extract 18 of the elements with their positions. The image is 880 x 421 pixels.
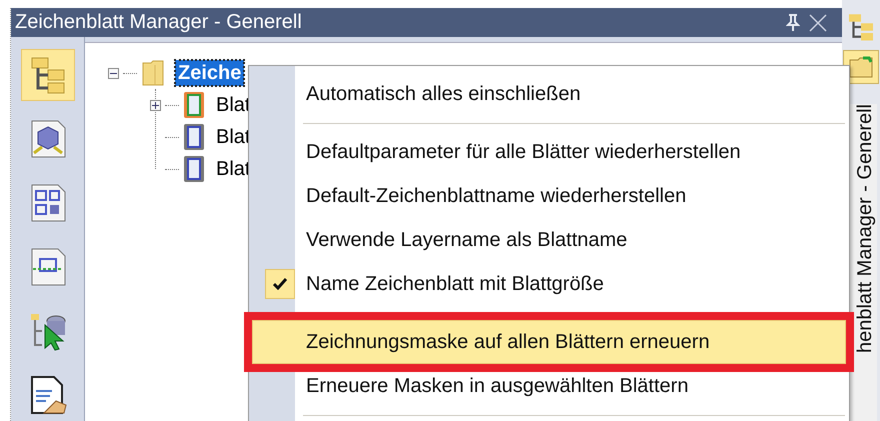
menu-item[interactable]: Default-Zeichenblattname wiederherstellen	[252, 174, 846, 218]
panel-title: Zeichenblatt Manager - Generell	[15, 11, 303, 34]
close-icon	[808, 12, 828, 32]
expand-toggle[interactable]	[150, 100, 161, 110]
check-icon	[272, 278, 286, 290]
folder-tree-icon-button[interactable]	[20, 49, 74, 101]
pin-button[interactable]	[786, 14, 800, 32]
collapse-toggle[interactable]	[108, 68, 119, 78]
folder-icon	[849, 56, 874, 78]
tree-item[interactable]: Zeiche	[175, 60, 244, 86]
menu-item[interactable]: Automatisch alles einschließen	[252, 72, 846, 116]
menu-item[interactable]: Verwende Layername als Blattname	[252, 218, 846, 262]
menu-item[interactable]: Name Zeichenblatt mit Blattgröße	[252, 262, 846, 306]
close-button[interactable]	[808, 12, 828, 32]
menu-item[interactable]: Erneuere Masken in ausgewählten Blättern	[252, 364, 846, 408]
pin-icon	[786, 14, 800, 32]
plus-icon	[152, 102, 159, 108]
menu-item[interactable]: Defaultparameter für alle Blätter wiederherstellen	[252, 130, 846, 174]
